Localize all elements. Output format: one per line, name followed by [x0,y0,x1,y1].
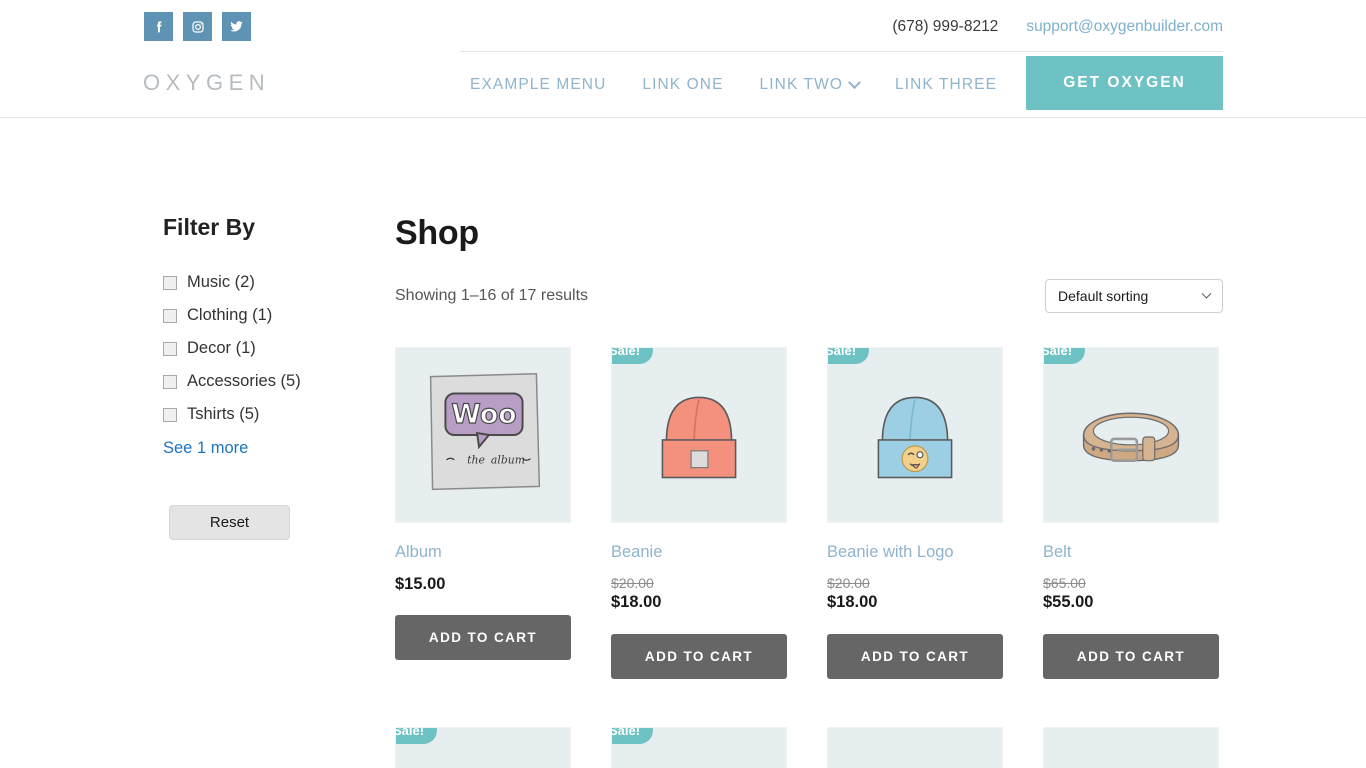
product-title[interactable]: Belt [1043,543,1219,562]
svg-text:Woo: Woo [451,399,516,430]
product-image-hoodie-teal[interactable] [1043,726,1219,768]
product-original-price: $20.00 [827,575,870,591]
product-image-hoodie-tan[interactable]: Sale! [395,726,571,768]
filter-label: Music (2) [187,273,255,291]
nav-label: LINK TWO [759,76,843,93]
product-original-price: $20.00 [611,575,654,591]
results-count: Showing 1–16 of 17 results [395,287,589,304]
sale-badge: Sale! [612,348,654,364]
main-navigation: EXAMPLE MENU LINK ONE LINK TWO LINK THRE… [470,75,997,94]
product-card: Sale! Belt $65.00 $55.00 ADD TO CART [1043,347,1219,679]
shop-main: Shop Showing 1–16 of 17 results Default … [379,214,1366,768]
sale-badge: Sale! [1044,348,1086,364]
product-current-price: $18.00 [611,593,662,612]
product-card: Sale! Beanie with Logo $20.00 $18.00 ADD… [827,347,1003,679]
product-original-price: $65.00 [1043,575,1086,591]
sale-badge: Sale! [612,727,654,744]
filter-item-clothing[interactable]: Clothing (1) [163,306,379,325]
filter-label: Tshirts (5) [187,405,260,423]
product-price: $65.00 $55.00 [1043,574,1219,614]
product-price: $20.00 $18.00 [827,574,1003,614]
filter-item-decor[interactable]: Decor (1) [163,339,379,358]
product-card: Sale! Beanie $20.00 $18.00 ADD TO CART [611,347,787,679]
chevron-down-icon [1201,288,1212,299]
add-to-cart-button[interactable]: ADD TO CART [827,633,1003,679]
sale-badge: Sale! [828,348,870,364]
page-body: Filter By Music (2) Clothing (1) Decor (… [0,118,1366,768]
filter-item-music[interactable]: Music (2) [163,273,379,292]
nav-item-link-two[interactable]: LINK TWO [759,75,861,94]
checkbox-icon[interactable] [163,374,177,389]
sale-badge: Sale! [396,727,438,744]
add-to-cart-button[interactable]: ADD TO CART [611,633,787,679]
product-title[interactable]: Beanie [611,543,787,562]
product-image-beanie-with-logo[interactable]: Sale! [827,347,1003,523]
product-grid: Woo the album Album $15.00 ADD TO CART S… [395,347,1223,768]
facebook-icon[interactable] [144,12,173,41]
product-card: Woo the album Album $15.00 ADD TO CART [395,347,571,679]
filter-sidebar: Filter By Music (2) Clothing (1) Decor (… [163,214,379,768]
filter-label: Decor (1) [187,339,256,357]
reset-button[interactable]: Reset [169,505,290,540]
nav-item-link-three[interactable]: LINK THREE [895,76,997,94]
filter-label: Accessories (5) [187,372,301,390]
site-logo[interactable]: OXYGEN [143,70,270,96]
filter-item-tshirts[interactable]: Tshirts (5) [163,405,379,424]
sorting-value: Default sorting [1058,288,1149,304]
top-bar: (678) 999-8212 support@oxygenbuilder.com [0,0,1366,56]
add-to-cart-button[interactable]: ADD TO CART [395,615,571,661]
checkbox-icon[interactable] [163,407,177,422]
get-oxygen-button[interactable]: GET OXYGEN [1026,56,1223,110]
see-more-link[interactable]: See 1 more [163,439,248,458]
nav-label: EXAMPLE MENU [470,76,607,93]
product-price: $15.00 [395,574,571,595]
page-title: Shop [395,214,479,252]
product-card [827,726,1003,768]
product-current-price: $18.00 [827,593,878,612]
product-image-belt[interactable]: Sale! [1043,347,1219,523]
product-image-beanie[interactable]: Sale! [611,347,787,523]
nav-item-link-one[interactable]: LINK ONE [642,76,723,94]
product-image-hoodie-coral[interactable]: Sale! [611,726,787,768]
results-toolbar: Showing 1–16 of 17 results Default sorti… [395,279,1223,313]
phone-number: (678) 999-8212 [892,18,999,35]
filter-by-heading: Filter By [163,214,256,240]
contact-info: (678) 999-8212 support@oxygenbuilder.com [892,18,1223,36]
add-to-cart-button[interactable]: ADD TO CART [1043,633,1219,679]
nav-item-example-menu[interactable]: EXAMPLE MENU [470,76,606,94]
product-title[interactable]: Beanie with Logo [827,543,1003,562]
product-card: Sale! [395,726,571,768]
product-card [1043,726,1219,768]
product-current-price: $55.00 [1043,593,1094,612]
product-card: Sale! [611,726,787,768]
svg-text:the: the [467,454,485,467]
filter-list: Music (2) Clothing (1) Decor (1) Accesso… [163,273,379,424]
checkbox-icon[interactable] [163,308,177,323]
twitter-icon[interactable] [222,12,251,41]
checkbox-icon[interactable] [163,275,177,290]
product-current-price: $15.00 [395,575,446,593]
checkbox-icon[interactable] [163,341,177,356]
product-title[interactable]: Album [395,543,571,562]
nav-label: LINK THREE [894,76,998,93]
filter-item-accessories[interactable]: Accessories (5) [163,372,379,391]
product-image-album[interactable]: Woo the album [395,347,571,523]
product-price: $20.00 $18.00 [611,574,787,614]
svg-text:album: album [491,454,525,467]
sorting-select[interactable]: Default sorting [1045,279,1223,313]
topbar-divider [460,51,1223,52]
instagram-icon[interactable] [183,12,212,41]
filter-label: Clothing (1) [187,306,273,324]
nav-label: LINK ONE [642,76,724,93]
chevron-down-icon [848,75,861,89]
social-links [144,12,251,41]
site-header: OXYGEN EXAMPLE MENU LINK ONE LINK TWO LI… [0,56,1366,118]
support-email-link[interactable]: support@oxygenbuilder.com [1026,18,1223,36]
product-image-hoodie-lightblue[interactable] [827,726,1003,768]
